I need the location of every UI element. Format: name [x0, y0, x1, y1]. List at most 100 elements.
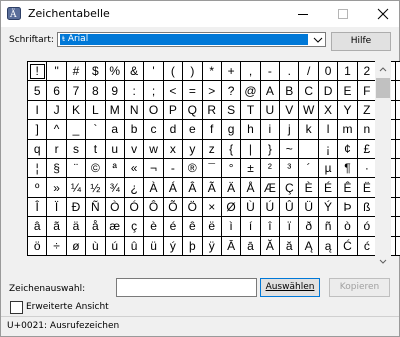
character-cell[interactable]: f: [202, 120, 222, 140]
character-cell[interactable]: ¢: [338, 139, 358, 159]
character-cell[interactable]: 7: [66, 81, 87, 101]
character-cell[interactable]: @: [241, 81, 261, 101]
character-cell[interactable]: }: [260, 139, 281, 159]
maximize-button[interactable]: [327, 1, 359, 27]
character-cell[interactable]: q: [28, 139, 48, 159]
character-cell[interactable]: þ: [183, 236, 203, 256]
selection-input[interactable]: [116, 278, 257, 297]
character-cell[interactable]: ×: [202, 197, 222, 218]
character-cell[interactable]: ¨: [66, 158, 87, 179]
character-cell[interactable]: Ú: [260, 197, 281, 218]
character-cell[interactable]: º: [28, 178, 48, 198]
character-cell[interactable]: ?: [221, 81, 242, 101]
character-cell[interactable]: ¡: [318, 139, 339, 159]
character-cell[interactable]: §: [47, 158, 67, 179]
character-cell[interactable]: ë: [202, 217, 222, 237]
character-cell[interactable]: T: [241, 100, 261, 121]
character-cell[interactable]: Í: [396, 178, 400, 198]
character-cell[interactable]: >: [202, 81, 222, 101]
character-cell[interactable]: V: [280, 100, 300, 121]
character-cell[interactable]: ®: [183, 158, 203, 179]
character-cell[interactable]: 4: [396, 62, 400, 82]
character-cell[interactable]: ±: [241, 158, 261, 179]
character-cell[interactable]: ¥: [396, 139, 400, 159]
character-cell[interactable]: ã: [47, 217, 67, 237]
advanced-view-checkbox[interactable]: [10, 301, 23, 314]
character-cell[interactable]: 6: [47, 81, 67, 101]
character-cell[interactable]: ê: [183, 217, 203, 237]
character-cell[interactable]: Á: [163, 178, 184, 198]
character-cell[interactable]: d: [163, 120, 184, 140]
character-cell[interactable]: ¿: [124, 178, 145, 198]
character-cell[interactable]: Ã: [202, 178, 222, 198]
character-cell[interactable]: E: [338, 81, 358, 101]
character-cell[interactable]: b: [124, 120, 145, 140]
character-cell[interactable]: å: [86, 217, 106, 237]
character-cell[interactable]: ò: [338, 217, 358, 237]
character-cell[interactable]: Þ: [338, 197, 358, 218]
character-cell[interactable]: 0: [318, 62, 339, 82]
character-cell[interactable]: k: [299, 120, 319, 140]
character-cell[interactable]: c: [144, 120, 164, 140]
character-cell[interactable]: Q: [183, 100, 203, 121]
character-cell[interactable]: é: [163, 217, 184, 237]
character-cell[interactable]: {: [221, 139, 242, 159]
character-cell[interactable]: s: [66, 139, 87, 159]
character-cell[interactable]: X: [318, 100, 339, 121]
character-cell[interactable]: (: [163, 62, 184, 82]
character-cell[interactable]: â: [28, 217, 48, 237]
character-cell[interactable]: û: [124, 236, 145, 256]
character-cell[interactable]: ,: [241, 62, 261, 82]
character-cell[interactable]: *: [202, 62, 222, 82]
font-dropdown[interactable]: ŧ Arial: [57, 32, 326, 47]
scroll-up-icon[interactable]: [375, 61, 391, 77]
character-cell[interactable]: w: [144, 139, 164, 159]
character-cell[interactable]: Ý: [318, 197, 339, 218]
character-cell[interactable]: P: [163, 100, 184, 121]
character-cell[interactable]: |: [241, 139, 261, 159]
character-cell[interactable]: ": [47, 62, 67, 82]
character-cell[interactable]: ù: [86, 236, 106, 256]
character-cell[interactable]: ^: [47, 120, 67, 140]
character-cell[interactable]: g: [221, 120, 242, 140]
character-cell[interactable]: h: [241, 120, 261, 140]
character-cell[interactable]: <: [163, 81, 184, 101]
character-cell[interactable]: ö: [28, 236, 48, 256]
scroll-down-icon[interactable]: [375, 254, 391, 270]
character-cell[interactable]: t: [86, 139, 106, 159]
character-cell[interactable]: ¾: [105, 178, 125, 198]
character-cell[interactable]: `: [86, 120, 106, 140]
character-cell[interactable]: a: [105, 120, 125, 140]
character-cell[interactable]: :: [124, 81, 145, 101]
character-cell[interactable]: j: [280, 120, 300, 140]
character-cell[interactable]: C: [299, 81, 319, 101]
character-cell[interactable]: x: [163, 139, 184, 159]
character-cell[interactable]: I: [28, 100, 48, 121]
character-cell[interactable]: _: [66, 120, 87, 140]
character-cell[interactable]: «: [124, 158, 145, 179]
character-cell[interactable]: ½: [86, 178, 106, 198]
character-cell[interactable]: -: [163, 158, 184, 179]
character-cell[interactable]: 8: [86, 81, 106, 101]
character-cell[interactable]: Ç: [280, 178, 300, 198]
character-cell[interactable]: K: [66, 100, 87, 121]
character-cell[interactable]: ': [144, 62, 164, 82]
character-cell[interactable]: ¯: [202, 158, 222, 179]
character-cell[interactable]: ä: [66, 217, 87, 237]
character-cell[interactable]: ü: [144, 236, 164, 256]
character-cell[interactable]: =: [183, 81, 203, 101]
character-cell[interactable]: Ą: [299, 236, 319, 256]
character-cell[interactable]: 1: [338, 62, 358, 82]
help-button[interactable]: Hilfe: [331, 32, 391, 51]
character-cell[interactable]: l: [318, 120, 339, 140]
character-cell[interactable]: Û: [280, 197, 300, 218]
character-cell[interactable]: v: [124, 139, 145, 159]
select-button[interactable]: Auswählen: [260, 278, 320, 297]
character-cell[interactable]: \: [396, 100, 400, 121]
character-cell[interactable]: È: [299, 178, 319, 198]
character-cell[interactable]: !: [28, 62, 48, 82]
character-cell[interactable]: ²: [260, 158, 281, 179]
character-cell[interactable]: ą: [318, 236, 339, 256]
character-cell[interactable]: y: [183, 139, 203, 159]
character-cell[interactable]: ¼: [66, 178, 87, 198]
